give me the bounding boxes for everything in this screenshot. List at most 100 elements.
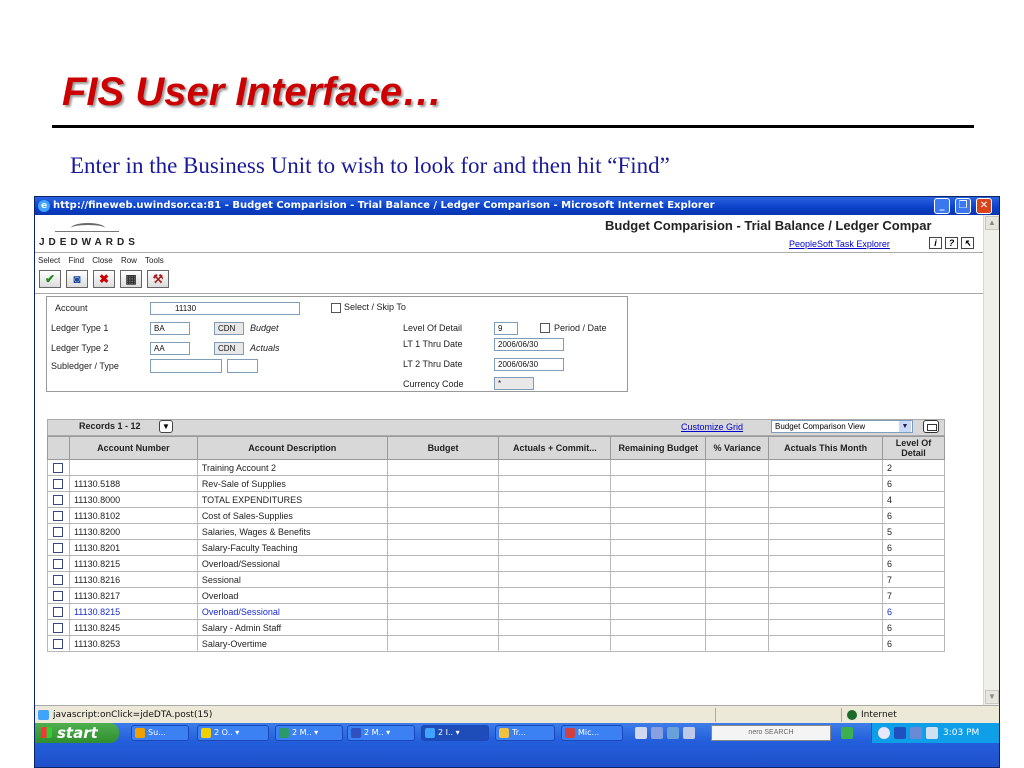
table-row[interactable]: 11130.8201 Salary-Faculty Teaching 6: [47, 539, 945, 556]
checkbox-icon[interactable]: [53, 526, 64, 537]
level-of-detail-input[interactable]: 9: [494, 322, 518, 335]
col-account-number[interactable]: Account Number: [68, 436, 198, 460]
ledger-type-2-input[interactable]: AA: [150, 342, 190, 355]
window-titlebar[interactable]: e http://fineweb.uwindsor.ca:81 - Budget…: [35, 197, 999, 215]
currency-code-input[interactable]: *: [494, 377, 534, 390]
row-checkbox[interactable]: [47, 523, 70, 540]
tray-icon[interactable]: [878, 727, 890, 739]
col-remaining-budget[interactable]: Remaining Budget: [610, 436, 707, 460]
menu-row[interactable]: Row: [121, 256, 137, 265]
scroll-up-icon[interactable]: ▲: [985, 216, 999, 230]
select-button[interactable]: ✔: [39, 270, 61, 288]
table-row[interactable]: 11130.5188 Rev-Sale of Supplies 6: [47, 475, 945, 492]
peoplesoft-task-explorer-link[interactable]: PeopleSoft Task Explorer: [789, 239, 890, 249]
row-checkbox[interactable]: [47, 619, 70, 636]
row-checkbox[interactable]: [47, 603, 70, 620]
quicklaunch-icon[interactable]: [683, 727, 695, 739]
table-row[interactable]: Training Account 2 2: [47, 459, 945, 476]
checkbox-icon[interactable]: [53, 638, 64, 649]
quicklaunch-icon[interactable]: [651, 727, 663, 739]
tools-button[interactable]: ⚒: [147, 270, 169, 288]
records-chevron-down-icon[interactable]: ▼: [159, 420, 173, 433]
taskbar-item[interactable]: 2 M.. ▾: [347, 725, 415, 741]
col-level-of-detail[interactable]: Level Of Detail: [882, 436, 945, 460]
table-row[interactable]: 11130.8200 Salaries, Wages & Benefits 5: [47, 523, 945, 540]
menu-tools[interactable]: Tools: [145, 256, 164, 265]
checkbox-icon[interactable]: [53, 478, 64, 489]
help-pointer-icon[interactable]: ↖: [961, 237, 974, 249]
taskbar-item[interactable]: Su...: [131, 725, 189, 741]
checkbox-icon[interactable]: [53, 622, 64, 633]
row-checkbox[interactable]: [47, 475, 70, 492]
row-checkbox[interactable]: [47, 635, 70, 652]
ledger-type-1-input[interactable]: BA: [150, 322, 190, 335]
checkbox-icon[interactable]: [53, 574, 64, 585]
menu-select[interactable]: Select: [38, 256, 60, 265]
grid-view-select[interactable]: Budget Comparison View ▼: [771, 420, 913, 433]
close-button[interactable]: ✖: [93, 270, 115, 288]
table-row[interactable]: 11130.8245 Salary - Admin Staff 6: [47, 619, 945, 636]
maximize-button[interactable]: ❐: [955, 198, 971, 214]
row-checkbox[interactable]: [47, 555, 70, 572]
select-skip-checkbox[interactable]: [331, 303, 341, 313]
select-all-column[interactable]: [47, 436, 70, 460]
quicklaunch-icon[interactable]: [635, 727, 647, 739]
window-close-button[interactable]: ✕: [976, 198, 992, 214]
tray-icon[interactable]: [910, 727, 922, 739]
info-icon[interactable]: i: [929, 237, 942, 249]
table-row[interactable]: 11130.8217 Overload 7: [47, 587, 945, 604]
table-row[interactable]: 11130.8216 Sessional 7: [47, 571, 945, 588]
row-checkbox[interactable]: [47, 491, 70, 508]
row-checkbox[interactable]: [47, 507, 70, 524]
nero-search-box[interactable]: nero SEARCH: [711, 725, 831, 741]
checkbox-icon[interactable]: [53, 510, 64, 521]
row-checkbox[interactable]: [47, 587, 70, 604]
row-checkbox[interactable]: [47, 459, 70, 476]
checkbox-icon[interactable]: [53, 558, 64, 569]
customize-grid-link[interactable]: Customize Grid: [681, 422, 743, 432]
table-row[interactable]: 11130.8102 Cost of Sales-Supplies 6: [47, 507, 945, 524]
taskbar-item[interactable]: 2 M.. ▾: [275, 725, 343, 741]
col-actuals-this-month[interactable]: Actuals This Month: [768, 436, 884, 460]
subledger-type-input[interactable]: [227, 359, 258, 373]
tray-icon[interactable]: [894, 727, 906, 739]
col-account-description[interactable]: Account Description: [196, 436, 388, 460]
table-row[interactable]: 11130.8215 Overload/Sessional 6: [47, 555, 945, 572]
table-row[interactable]: 11130.8215 Overload/Sessional 6: [47, 603, 945, 620]
checkbox-icon[interactable]: [53, 606, 64, 617]
checkbox-icon[interactable]: [53, 494, 64, 505]
lt2-thru-date-input[interactable]: 2006/06/30: [494, 358, 564, 371]
subledger-input[interactable]: [150, 359, 222, 373]
period-date-checkbox[interactable]: [540, 323, 550, 333]
account-input[interactable]: 11130: [150, 302, 300, 315]
taskbar-item[interactable]: Mic...: [561, 725, 623, 741]
vertical-scrollbar[interactable]: ▲ ▼: [983, 215, 999, 705]
find-button[interactable]: ◙: [66, 270, 88, 288]
checkbox-icon[interactable]: [53, 590, 64, 601]
minimize-button[interactable]: _: [934, 198, 950, 214]
col-budget[interactable]: Budget: [386, 436, 500, 460]
taskbar-item-active[interactable]: 2 I.. ▾: [421, 725, 489, 741]
menu-close[interactable]: Close: [92, 256, 112, 265]
scroll-down-icon[interactable]: ▼: [985, 690, 999, 704]
taskbar-item[interactable]: Tr...: [495, 725, 555, 741]
table-row[interactable]: 11130.8253 Salary-Overtime 6: [47, 635, 945, 652]
clock[interactable]: 3:03 PM: [943, 723, 979, 743]
col-variance[interactable]: % Variance: [705, 436, 770, 460]
taskbar-item[interactable]: 2 O.. ▾: [197, 725, 269, 741]
table-row[interactable]: 11130.8000 TOTAL EXPENDITURES 4: [47, 491, 945, 508]
col-actuals-commit[interactable]: Actuals + Commit...: [498, 436, 612, 460]
row-checkbox[interactable]: [47, 539, 70, 556]
menu-find[interactable]: Find: [68, 256, 84, 265]
checkbox-icon[interactable]: [53, 542, 64, 553]
start-button[interactable]: start: [35, 723, 119, 743]
arrow-icon[interactable]: [841, 727, 853, 739]
tray-icon[interactable]: [926, 727, 938, 739]
lt1-thru-date-input[interactable]: 2006/06/30: [494, 338, 564, 351]
row-button[interactable]: ▦: [120, 270, 142, 288]
quicklaunch-icon[interactable]: [667, 727, 679, 739]
help-icon[interactable]: ?: [945, 237, 958, 249]
checkbox-icon[interactable]: [53, 462, 64, 473]
row-checkbox[interactable]: [47, 571, 70, 588]
grid-maximize-icon[interactable]: [923, 420, 939, 433]
